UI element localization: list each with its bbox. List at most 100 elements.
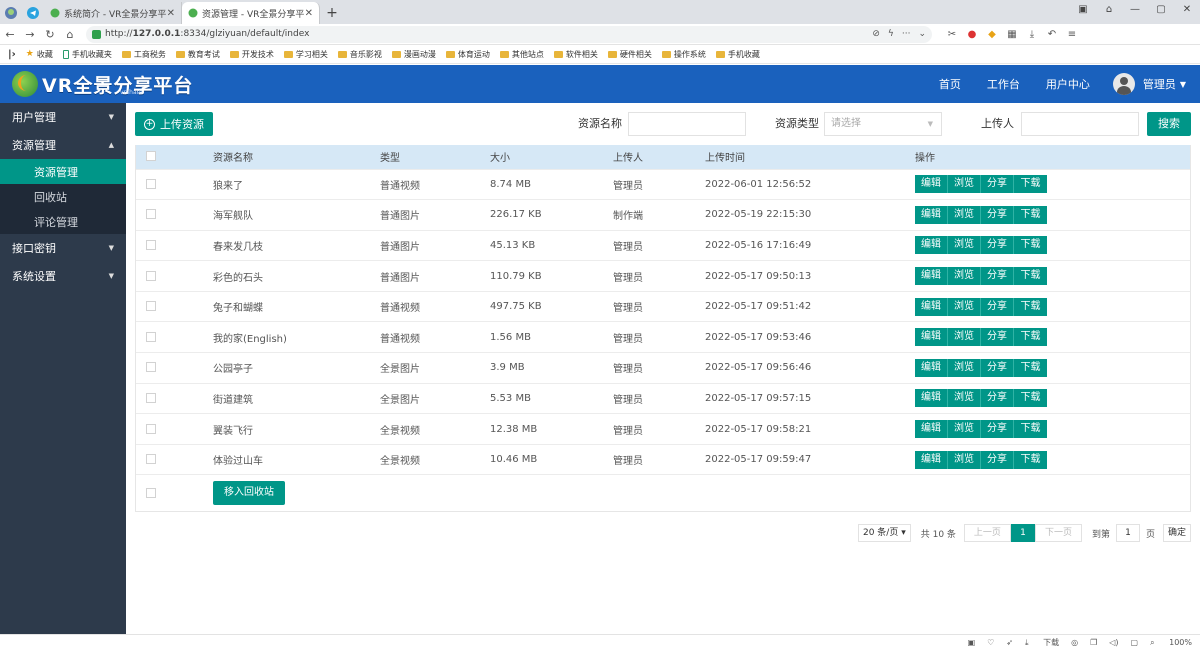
tab-count-icon[interactable]: ▣ — [1070, 0, 1096, 20]
download-icon[interactable]: ⤓ — [1022, 29, 1042, 40]
bookmark-item[interactable]: 操作系统 — [661, 49, 706, 60]
row-checkbox[interactable] — [146, 487, 156, 498]
row-op-button-1[interactable]: 浏览 — [948, 389, 981, 408]
caret-down-icon[interactable]: ▼ — [1180, 80, 1186, 89]
select-all-checkbox[interactable] — [146, 151, 156, 162]
row-op-button-1[interactable]: 浏览 — [948, 205, 981, 224]
row-op-button-2[interactable]: 分享 — [981, 358, 1014, 377]
undo-icon[interactable]: ↶ — [1042, 29, 1062, 40]
goto-confirm-button[interactable]: 确定 — [1162, 524, 1191, 542]
row-op-button-1[interactable]: 浏览 — [948, 297, 981, 316]
row-checkbox[interactable] — [146, 239, 156, 250]
row-checkbox[interactable] — [146, 331, 156, 342]
row-op-button-1[interactable]: 浏览 — [948, 175, 981, 194]
prev-page-button[interactable]: 上一页 — [963, 524, 1011, 542]
row-op-button-2[interactable]: 分享 — [981, 389, 1014, 408]
bookmark-item[interactable]: 手机收藏夹 — [62, 49, 112, 60]
row-op-button-2[interactable]: 分享 — [981, 267, 1014, 286]
bookmark-item[interactable]: 漫画动漫 — [391, 49, 436, 60]
sidebar-item-resource-management[interactable]: 资源管理 — [0, 159, 126, 184]
back-icon[interactable]: ← — [0, 28, 20, 41]
nav-workbench[interactable]: 工作台 — [987, 76, 1020, 92]
browser-profile-icon[interactable] — [0, 2, 22, 24]
bookmark-item[interactable]: 硬件相关 — [607, 49, 652, 60]
row-op-button-2[interactable]: 分享 — [981, 450, 1014, 469]
bookmark-item[interactable]: 体育运动 — [445, 49, 490, 60]
close-tab-icon[interactable]: ✕ — [305, 8, 313, 19]
row-checkbox[interactable] — [146, 454, 156, 465]
gamepad-icon[interactable]: ◎ — [1071, 638, 1078, 647]
image-icon[interactable]: ▣ — [968, 638, 976, 647]
row-op-button-0[interactable]: 编辑 — [915, 358, 948, 377]
url-text[interactable]: http://127.0.0.1:8334/glziyuan/default/i… — [105, 29, 864, 39]
row-op-button-0[interactable]: 编辑 — [915, 205, 948, 224]
grid-icon[interactable]: ▦ — [1002, 29, 1022, 40]
row-op-button-1[interactable]: 浏览 — [948, 358, 981, 377]
bookmark-item[interactable]: 音乐影视 — [337, 49, 382, 60]
row-checkbox[interactable] — [146, 178, 156, 189]
close-window-icon[interactable]: ✕ — [1174, 0, 1200, 20]
menu-icon[interactable]: ≡ — [1062, 29, 1082, 40]
block-icon[interactable]: ⊘ — [872, 29, 880, 39]
row-op-button-1[interactable]: 浏览 — [948, 328, 981, 347]
row-op-button-3[interactable]: 下载 — [1014, 297, 1047, 316]
browser-tab[interactable]: 系统简介 - VR全景分享平台 ✕ — [44, 2, 182, 24]
new-tab-button[interactable]: + — [320, 2, 344, 24]
address-bar[interactable]: http://127.0.0.1:8334/glziyuan/default/i… — [86, 25, 932, 43]
nav-user-center[interactable]: 用户中心 — [1046, 76, 1090, 92]
browser-tab-active[interactable]: 资源管理 - VR全景分享平台 ✕ — [182, 2, 320, 24]
minimize-icon[interactable]: — — [1122, 0, 1148, 20]
next-page-button[interactable]: 下一页 — [1034, 524, 1082, 542]
row-op-button-1[interactable]: 浏览 — [948, 267, 981, 286]
nav-home[interactable]: 首页 — [939, 76, 961, 92]
bookmark-item[interactable]: 开发技术 — [229, 49, 274, 60]
search-button[interactable]: 搜索 — [1147, 112, 1191, 136]
row-op-button-3[interactable]: 下载 — [1014, 236, 1047, 255]
telegram-icon[interactable] — [22, 2, 44, 24]
row-op-button-3[interactable]: 下载 — [1014, 175, 1047, 194]
row-op-button-3[interactable]: 下载 — [1014, 389, 1047, 408]
row-op-button-3[interactable]: 下载 — [1014, 328, 1047, 347]
row-op-button-0[interactable]: 编辑 — [915, 267, 948, 286]
close-tab-icon[interactable]: ✕ — [167, 8, 175, 19]
avatar[interactable] — [1112, 73, 1135, 95]
bookmark-item[interactable]: 工商税务 — [121, 49, 166, 60]
home-icon[interactable]: ⌂ — [60, 28, 80, 41]
row-op-button-0[interactable]: 编辑 — [915, 450, 948, 469]
row-op-button-3[interactable]: 下载 — [1014, 450, 1047, 469]
move-to-recycle-button[interactable]: 移入回收站 — [213, 481, 285, 506]
shield-extension-icon[interactable]: ◆ — [982, 29, 1002, 40]
adblock-icon[interactable]: ● — [962, 29, 982, 40]
resource-name-input[interactable] — [628, 112, 746, 136]
row-op-button-2[interactable]: 分享 — [981, 420, 1014, 439]
pin-icon[interactable]: ⌂ — [1096, 0, 1122, 20]
bookmark-item[interactable]: 教育考试 — [175, 49, 220, 60]
bookmark-item[interactable]: ★ 收藏 — [26, 49, 53, 60]
sidebar-group-users[interactable]: 用户管理 ▼ — [0, 103, 126, 131]
bookmark-item[interactable]: 其他站点 — [499, 49, 544, 60]
sound-icon[interactable]: ◁) — [1109, 638, 1118, 647]
row-op-button-1[interactable]: 浏览 — [948, 420, 981, 439]
row-op-button-2[interactable]: 分享 — [981, 236, 1014, 255]
maximize-icon[interactable]: ▢ — [1148, 0, 1174, 20]
bookmark-item[interactable]: 手机收藏 — [715, 49, 760, 60]
row-checkbox[interactable] — [146, 209, 156, 220]
rocket-icon[interactable]: ➶ — [1006, 638, 1013, 647]
row-checkbox[interactable] — [146, 362, 156, 373]
row-op-button-0[interactable]: 编辑 — [915, 389, 948, 408]
window-icon[interactable]: ▢ — [1131, 638, 1139, 647]
row-op-button-0[interactable]: 编辑 — [915, 328, 948, 347]
sidebar-item-recycle-bin[interactable]: 回收站 — [0, 184, 126, 209]
row-op-button-2[interactable]: 分享 — [981, 175, 1014, 194]
more-icon[interactable]: ··· — [902, 29, 911, 39]
row-op-button-0[interactable]: 编辑 — [915, 420, 948, 439]
row-op-button-3[interactable]: 下载 — [1014, 205, 1047, 224]
sidebar-toggle-icon[interactable]: |› — [8, 49, 16, 60]
current-page[interactable]: 1 — [1010, 524, 1035, 542]
scissors-icon[interactable]: ✂ — [942, 29, 962, 40]
row-op-button-3[interactable]: 下载 — [1014, 358, 1047, 377]
row-op-button-1[interactable]: 浏览 — [948, 450, 981, 469]
row-checkbox[interactable] — [146, 392, 156, 403]
uploader-input[interactable] — [1021, 112, 1139, 136]
bolt-icon[interactable]: ϟ — [888, 29, 894, 39]
